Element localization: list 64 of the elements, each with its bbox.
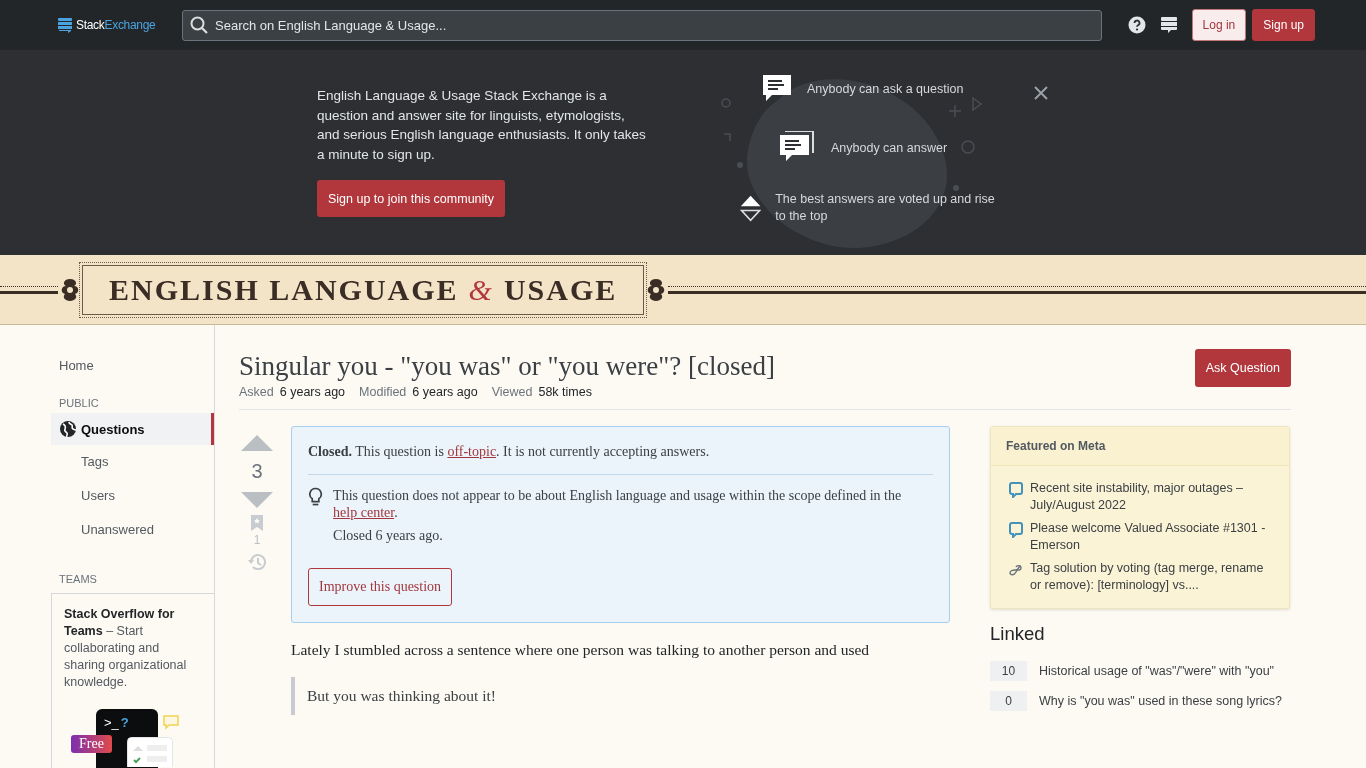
vote-count: 3	[251, 460, 263, 483]
search-field[interactable]: Search on English Language & Usage...	[182, 9, 1102, 41]
meta-value: 58k times	[538, 385, 592, 399]
featured-link[interactable]: Tag solution by voting (tag merge, rename or remove): [terminology] vs....	[1030, 560, 1274, 594]
section-label: PUBLIC	[58, 397, 100, 409]
nav-item[interactable]: Unanswered	[51, 513, 214, 547]
site-switcher-icon[interactable]	[1159, 16, 1178, 34]
improve-question-button[interactable]: Improve this question	[308, 568, 453, 606]
site-title-panel[interactable]: ENGLISH LANGUAGE & USAGE	[82, 264, 645, 315]
logo-text: Exchange	[104, 18, 156, 32]
upvote-icon[interactable]	[240, 434, 274, 452]
signup-button[interactable]: Sign up	[1252, 9, 1315, 41]
meta-value: 6 years ago	[279, 385, 346, 399]
logo[interactable]: StackExchange	[58, 17, 168, 33]
search-icon	[190, 15, 208, 34]
question-body-text: Lately I stumbled across a sentence where one person was talking to another person and used	[291, 641, 871, 659]
answer-card-drawing	[127, 737, 173, 767]
meta-value: 6 years ago	[412, 385, 478, 399]
bookmark-count: 1	[253, 533, 261, 547]
stack-icon	[58, 17, 72, 33]
help-icon[interactable]	[1127, 16, 1146, 34]
linked-question-link[interactable]: Why is "you was" used in these song lyrics?	[1039, 694, 1282, 708]
score-badge: 0	[990, 691, 1027, 711]
lightbulb-icon	[308, 487, 324, 507]
banner-point-text: Anybody can answer	[831, 141, 948, 155]
banner-point-text: The best answers are voted up and rise to the top	[775, 191, 996, 225]
banner-text: English Language & Usage Stack Exchange is a question and answer site for linguists, etymologists, and serious English language enthusiasts. It only takes a minute to sign up.	[317, 87, 647, 164]
site-title: USAGE	[503, 272, 618, 307]
nav-item[interactable]: Questions	[51, 413, 214, 445]
history-icon[interactable]	[247, 553, 267, 571]
meta-label: Modified	[359, 385, 407, 399]
featured-link[interactable]: Please welcome Valued Associate #1301 - Emerson	[1030, 520, 1274, 554]
close-reason-text: This question does not appear to be about English language and usage within the scope defined in the help center.	[333, 487, 903, 521]
nav-item[interactable]: Users	[51, 479, 214, 513]
closed-date: Closed 6 years ago.	[333, 527, 444, 544]
notice-text: Closed. This question is off-topic. It is not currently accepting answers.	[308, 443, 711, 460]
panel-heading: Featured on Meta	[991, 427, 1289, 466]
quote: But you was thinking about it!	[291, 677, 950, 715]
nav-link[interactable]: Home	[51, 357, 214, 375]
ask-question-button[interactable]: Ask Question	[1194, 349, 1291, 387]
linked-heading: Linked	[990, 623, 1046, 645]
score-badge: 10	[990, 661, 1027, 681]
speech-bubble-icon	[1009, 482, 1023, 498]
bookmark-icon[interactable]	[251, 515, 263, 531]
speech-bubble-icon	[1009, 522, 1023, 538]
free-badge: Free	[71, 735, 112, 753]
meta-label: Asked	[239, 385, 274, 399]
ampersand: &	[468, 272, 494, 307]
nav-item[interactable]: Tags	[51, 445, 214, 479]
downvote-icon[interactable]	[240, 491, 274, 509]
chat-icon	[163, 715, 179, 730]
globe-icon	[59, 420, 77, 438]
close-icon[interactable]	[1034, 86, 1048, 100]
site-title: ENGLISH LANGUAGE	[109, 272, 459, 307]
login-button[interactable]: Log in	[1191, 9, 1247, 41]
section-label: TEAMS	[58, 573, 98, 585]
join-button[interactable]: Sign up to join this community	[317, 180, 506, 217]
logo-text: Stack	[76, 18, 105, 32]
banner-point-text: Anybody can ask a question	[807, 82, 964, 96]
teams-promo-text: Stack Overflow for Teams – Start collaborating and sharing organizational knowledge.	[64, 606, 188, 691]
meta-label: Viewed	[491, 385, 533, 399]
question-title[interactable]: Singular you - "you was" or "you were"? [closed]	[239, 349, 775, 383]
linked-question-link[interactable]: Historical usage of "was"/"were" with "you"	[1039, 664, 1275, 678]
featured-link[interactable]: Recent site instability, major outages – July/August 2022	[1030, 480, 1274, 514]
